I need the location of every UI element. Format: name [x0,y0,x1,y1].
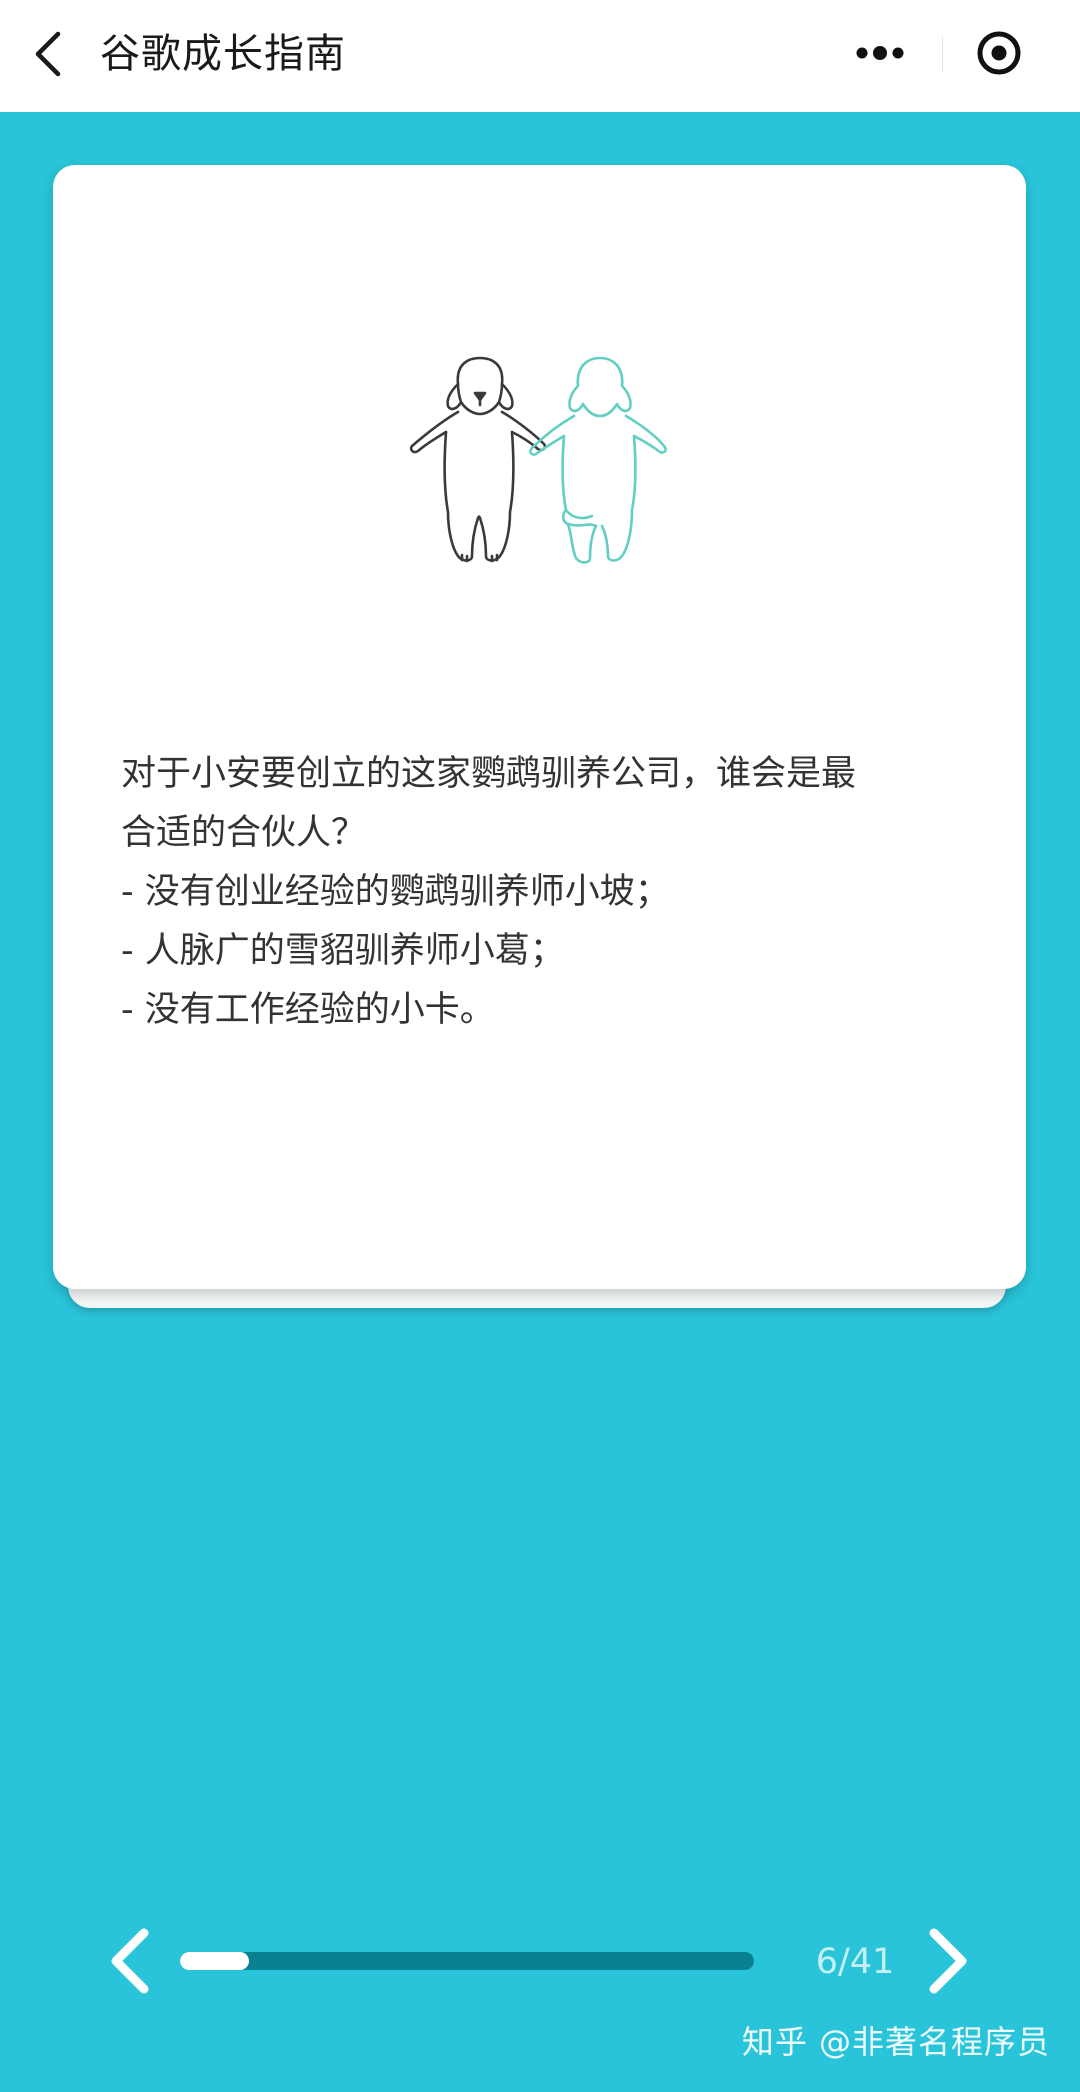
page-title: 谷歌成长指南 [100,31,346,77]
progress-fill [180,1952,249,1970]
question-card: 对于小安要创立的这家鹦鹉驯养公司，谁会是最 合适的合伙人？ - 没有创业经验的鹦… [53,165,1026,1289]
two-dogs-illustration [409,356,667,564]
progress-bar [180,1952,754,1970]
target-close-icon [977,31,1021,75]
question-text: 对于小安要创立的这家鹦鹉驯养公司，谁会是最 合适的合伙人？ - 没有创业经验的鹦… [121,745,971,1040]
top-navigation-bar: 谷歌成长指南 [0,0,1080,112]
question-line: 合适的合伙人？ [121,813,367,853]
more-dots-icon [856,46,904,60]
next-page-button[interactable] [922,1925,974,1997]
question-line: - 没有工作经验的小卡。 [121,990,495,1030]
question-line: - 人脉广的雪貂驯养师小葛； [121,931,565,971]
chevron-right-icon [929,1928,967,1994]
chevron-left-icon [35,31,61,77]
question-line: - 没有创业经验的鹦鹉驯养师小坡； [121,872,670,912]
capsule-divider [942,36,943,72]
question-line: 对于小安要创立的这家鹦鹉驯养公司，谁会是最 [121,754,857,794]
back-button[interactable] [22,22,82,86]
page-indicator: 6/41 [815,1942,895,1982]
watermark: 知乎 @非著名程序员 [741,2023,1050,2061]
previous-page-button[interactable] [104,1925,156,1997]
close-mini-program-button[interactable] [944,16,1068,90]
more-button[interactable] [818,16,942,90]
chevron-left-icon [111,1928,149,1994]
mini-program-capsule [818,16,1068,90]
